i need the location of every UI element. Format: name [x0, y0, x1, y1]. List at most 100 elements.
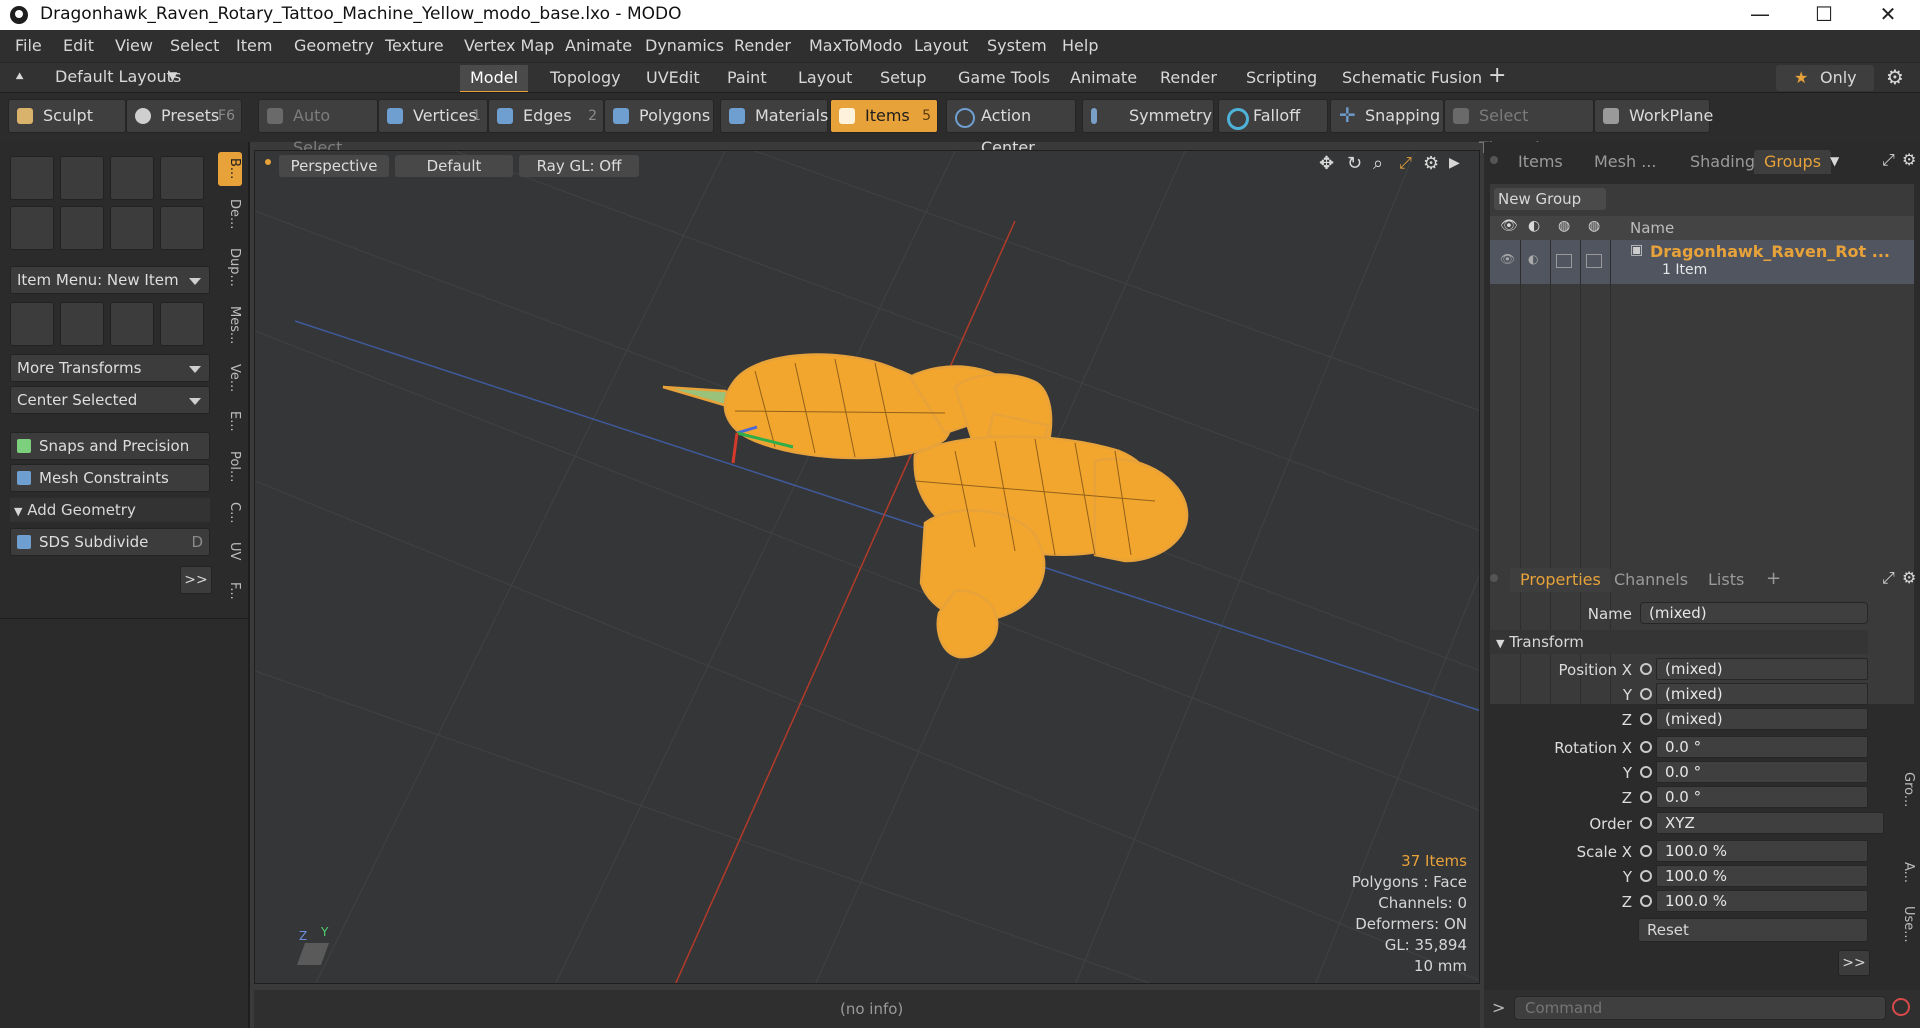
vtab-deform[interactable]: De...	[218, 194, 242, 234]
maximize-panel-icon[interactable]: ⤢	[1882, 150, 1895, 170]
command-input[interactable]	[1514, 996, 1886, 1020]
visibility-eye-icon[interactable]: 👁	[1500, 218, 1518, 234]
visibility-eye-icon[interactable]: 👁	[1500, 252, 1515, 266]
cone-icon[interactable]	[160, 156, 204, 200]
tab-properties[interactable]: Properties	[1510, 568, 1611, 592]
vtab-duplicate[interactable]: Dup...	[218, 242, 242, 292]
layout-dropdown[interactable]: Default Layouts	[55, 67, 181, 86]
select-checkbox[interactable]	[1586, 254, 1602, 268]
animate-dot-icon[interactable]	[1640, 895, 1652, 907]
maximize-button[interactable]: ☐	[1796, 0, 1852, 30]
pen-tool-icon[interactable]	[110, 206, 154, 250]
items-button[interactable]: Items 5	[830, 99, 938, 133]
menu-file[interactable]: File	[15, 36, 42, 55]
gear-icon[interactable]: ⚙	[1886, 65, 1904, 89]
expand-button[interactable]: >>	[1838, 950, 1870, 976]
vtab-polygon[interactable]: Pol...	[218, 444, 242, 490]
select-icon[interactable]: ◍	[1588, 218, 1600, 234]
rotation-y-field[interactable]: 0.0 °	[1656, 761, 1868, 783]
transform-section[interactable]: ▼ Transform	[1490, 630, 1868, 654]
vtab-groups[interactable]: Gro...	[1892, 772, 1916, 807]
tab-model[interactable]: Model	[460, 65, 529, 93]
tab-scripting[interactable]: Scripting	[1236, 65, 1327, 91]
vtab-fusion[interactable]: F...	[218, 574, 242, 608]
menu-help[interactable]: Help	[1062, 36, 1098, 55]
reset-dropdown[interactable]: Reset	[1638, 918, 1868, 942]
sds-subdivide-button[interactable]: SDS Subdivide D	[10, 528, 210, 556]
menu-vertex-map[interactable]: Vertex Map	[464, 36, 554, 55]
raygl-button[interactable]: Ray GL: Off	[519, 155, 639, 177]
action-center-button[interactable]: Action Center	[946, 99, 1076, 157]
vtab-curve[interactable]: C...	[218, 498, 242, 528]
materials-button[interactable]: Materials	[720, 99, 828, 133]
close-button[interactable]: ✕	[1860, 0, 1916, 30]
menu-dynamics[interactable]: Dynamics	[645, 36, 724, 55]
tab-schematic-fusion[interactable]: Schematic Fusion	[1332, 65, 1492, 91]
tab-items[interactable]: Items	[1508, 150, 1573, 174]
panel-menu-dot-icon[interactable]	[1490, 574, 1498, 582]
rotation-z-field[interactable]: 0.0 °	[1656, 786, 1868, 808]
menu-system[interactable]: System	[987, 36, 1047, 55]
lock-checkbox[interactable]	[1556, 254, 1572, 268]
transform-icon[interactable]	[10, 302, 54, 346]
add-tab-button[interactable]: +	[1766, 568, 1781, 589]
falloff-button[interactable]: Falloff	[1218, 99, 1328, 133]
rotation-x-field[interactable]: 0.0 °	[1656, 736, 1868, 758]
item-menu-dropdown[interactable]: Item Menu: New Item	[10, 266, 210, 294]
group-row[interactable]: 👁 ◐ ▣ Dragonhawk_Raven_Rot ... 1 Item	[1490, 240, 1914, 284]
vtab-uv[interactable]: UV	[218, 536, 242, 566]
add-geometry-section[interactable]: ▼ Add Geometry	[10, 498, 210, 522]
sphere-icon[interactable]	[60, 156, 104, 200]
tab-lists[interactable]: Lists	[1698, 568, 1754, 592]
menu-edit[interactable]: Edit	[63, 36, 94, 55]
menu-layout[interactable]: Layout	[914, 36, 968, 55]
menu-animate[interactable]: Animate	[565, 36, 632, 55]
tattoo-machine-model[interactable]	[255, 151, 1480, 984]
orbit-icon[interactable]: ↻	[1347, 153, 1362, 174]
menu-texture[interactable]: Texture	[385, 36, 444, 55]
animate-dot-icon[interactable]	[1640, 713, 1652, 725]
animate-dot-icon[interactable]	[1640, 663, 1652, 675]
viewport-menu-dot-icon[interactable]	[265, 159, 271, 165]
presets-button[interactable]: Presets F6	[126, 99, 242, 133]
add-tab-button[interactable]: +	[1488, 63, 1506, 88]
tab-game-tools[interactable]: Game Tools	[948, 65, 1060, 91]
collapse-up-icon[interactable]: ⯅	[14, 69, 25, 85]
mesh-constraints-button[interactable]: Mesh Constraints	[10, 464, 210, 492]
view-perspective-button[interactable]: Perspective	[279, 155, 389, 177]
workplane-button[interactable]: WorkPlane	[1594, 99, 1713, 133]
render-icon[interactable]: ◐	[1528, 252, 1538, 266]
cube-icon[interactable]	[10, 156, 54, 200]
animate-dot-icon[interactable]	[1640, 845, 1652, 857]
text-tool-icon[interactable]	[160, 206, 204, 250]
symmetry-button[interactable]: Symmetry	[1082, 99, 1214, 133]
shading-default-button[interactable]: Default	[395, 155, 513, 177]
animate-dot-icon[interactable]	[1640, 870, 1652, 882]
position-y-field[interactable]: (mixed)	[1656, 683, 1868, 705]
vtab-assembly[interactable]: A...	[1892, 862, 1916, 883]
order-dropdown[interactable]: XYZ	[1656, 812, 1884, 834]
menu-maxtomodo[interactable]: MaxToModo	[809, 36, 902, 55]
more-transforms-dropdown[interactable]: More Transforms	[10, 354, 210, 382]
menu-render[interactable]: Render	[734, 36, 791, 55]
vtab-mesh[interactable]: Mes...	[218, 300, 242, 350]
animate-dot-icon[interactable]	[1640, 791, 1652, 803]
tab-mesh[interactable]: Mesh ...	[1584, 150, 1666, 174]
tab-render[interactable]: Render	[1150, 65, 1227, 91]
fit-view-icon[interactable]: ⤢	[1399, 153, 1412, 173]
vtab-basic[interactable]: B...	[218, 152, 242, 186]
tab-layout[interactable]: Layout	[788, 65, 862, 91]
record-icon[interactable]	[1892, 998, 1910, 1016]
render-icon[interactable]: ◐	[1528, 218, 1540, 234]
animate-dot-icon[interactable]	[1640, 817, 1652, 829]
vtab-edge[interactable]: E...	[218, 406, 242, 436]
menu-select[interactable]: Select	[170, 36, 219, 55]
scale-x-field[interactable]: 100.0 %	[1656, 840, 1868, 862]
cylinder-icon[interactable]	[110, 156, 154, 200]
animate-dot-icon[interactable]	[1640, 688, 1652, 700]
name-field[interactable]: (mixed)	[1640, 602, 1868, 624]
zoom-icon[interactable]: ⌕	[1373, 153, 1383, 174]
expand-button[interactable]: >>	[180, 566, 212, 594]
tab-animate[interactable]: Animate	[1060, 65, 1147, 91]
polygons-button[interactable]: Polygons	[604, 99, 714, 133]
